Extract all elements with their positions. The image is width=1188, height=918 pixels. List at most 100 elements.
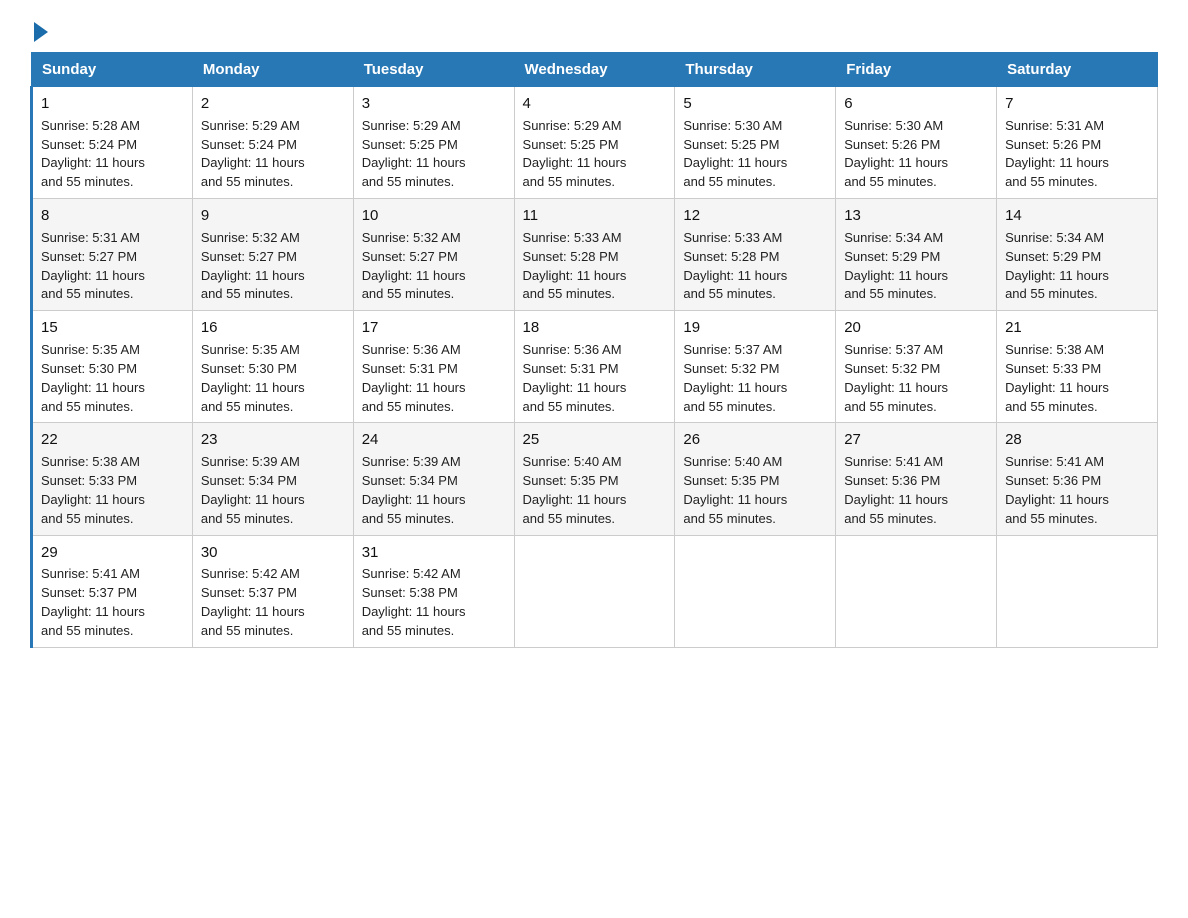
day-number: 12 (683, 205, 827, 227)
calendar-cell: 21 Sunrise: 5:38 AMSunset: 5:33 PMDaylig… (997, 311, 1158, 423)
calendar-week-row: 29 Sunrise: 5:41 AMSunset: 5:37 PMDaylig… (32, 535, 1158, 647)
calendar-cell: 15 Sunrise: 5:35 AMSunset: 5:30 PMDaylig… (32, 311, 193, 423)
calendar-cell: 24 Sunrise: 5:39 AMSunset: 5:34 PMDaylig… (353, 423, 514, 535)
calendar-cell (514, 535, 675, 647)
day-detail: Sunrise: 5:42 AMSunset: 5:38 PMDaylight:… (362, 565, 506, 640)
calendar-cell: 1 Sunrise: 5:28 AMSunset: 5:24 PMDayligh… (32, 87, 193, 199)
day-detail: Sunrise: 5:37 AMSunset: 5:32 PMDaylight:… (683, 341, 827, 416)
day-number: 5 (683, 93, 827, 115)
calendar-week-row: 15 Sunrise: 5:35 AMSunset: 5:30 PMDaylig… (32, 311, 1158, 423)
day-detail: Sunrise: 5:34 AMSunset: 5:29 PMDaylight:… (844, 229, 988, 304)
calendar-cell (675, 535, 836, 647)
day-detail: Sunrise: 5:30 AMSunset: 5:26 PMDaylight:… (844, 117, 988, 192)
day-number: 25 (523, 429, 667, 451)
day-number: 30 (201, 542, 345, 564)
day-detail: Sunrise: 5:38 AMSunset: 5:33 PMDaylight:… (41, 453, 184, 528)
day-number: 10 (362, 205, 506, 227)
day-detail: Sunrise: 5:41 AMSunset: 5:37 PMDaylight:… (41, 565, 184, 640)
logo (30, 20, 48, 36)
calendar-cell: 5 Sunrise: 5:30 AMSunset: 5:25 PMDayligh… (675, 87, 836, 199)
day-detail: Sunrise: 5:33 AMSunset: 5:28 PMDaylight:… (683, 229, 827, 304)
calendar-cell: 20 Sunrise: 5:37 AMSunset: 5:32 PMDaylig… (836, 311, 997, 423)
day-number: 7 (1005, 93, 1149, 115)
weekday-header-row: SundayMondayTuesdayWednesdayThursdayFrid… (32, 53, 1158, 87)
day-number: 21 (1005, 317, 1149, 339)
calendar-week-row: 8 Sunrise: 5:31 AMSunset: 5:27 PMDayligh… (32, 199, 1158, 311)
day-detail: Sunrise: 5:40 AMSunset: 5:35 PMDaylight:… (523, 453, 667, 528)
day-detail: Sunrise: 5:29 AMSunset: 5:25 PMDaylight:… (362, 117, 506, 192)
day-number: 6 (844, 93, 988, 115)
day-number: 14 (1005, 205, 1149, 227)
day-detail: Sunrise: 5:36 AMSunset: 5:31 PMDaylight:… (523, 341, 667, 416)
calendar-cell: 18 Sunrise: 5:36 AMSunset: 5:31 PMDaylig… (514, 311, 675, 423)
day-number: 18 (523, 317, 667, 339)
calendar-cell: 19 Sunrise: 5:37 AMSunset: 5:32 PMDaylig… (675, 311, 836, 423)
day-number: 15 (41, 317, 184, 339)
day-number: 26 (683, 429, 827, 451)
day-number: 3 (362, 93, 506, 115)
calendar-cell (836, 535, 997, 647)
day-number: 24 (362, 429, 506, 451)
calendar-cell: 2 Sunrise: 5:29 AMSunset: 5:24 PMDayligh… (192, 87, 353, 199)
day-detail: Sunrise: 5:39 AMSunset: 5:34 PMDaylight:… (362, 453, 506, 528)
calendar-cell: 10 Sunrise: 5:32 AMSunset: 5:27 PMDaylig… (353, 199, 514, 311)
day-number: 27 (844, 429, 988, 451)
day-number: 31 (362, 542, 506, 564)
day-detail: Sunrise: 5:38 AMSunset: 5:33 PMDaylight:… (1005, 341, 1149, 416)
day-detail: Sunrise: 5:34 AMSunset: 5:29 PMDaylight:… (1005, 229, 1149, 304)
weekday-header-monday: Monday (192, 53, 353, 87)
calendar-cell: 29 Sunrise: 5:41 AMSunset: 5:37 PMDaylig… (32, 535, 193, 647)
weekday-header-saturday: Saturday (997, 53, 1158, 87)
day-detail: Sunrise: 5:33 AMSunset: 5:28 PMDaylight:… (523, 229, 667, 304)
calendar-table: SundayMondayTuesdayWednesdayThursdayFrid… (30, 52, 1158, 648)
weekday-header-thursday: Thursday (675, 53, 836, 87)
page-header (30, 20, 1158, 36)
day-number: 13 (844, 205, 988, 227)
calendar-cell: 13 Sunrise: 5:34 AMSunset: 5:29 PMDaylig… (836, 199, 997, 311)
calendar-cell (997, 535, 1158, 647)
day-number: 8 (41, 205, 184, 227)
day-detail: Sunrise: 5:36 AMSunset: 5:31 PMDaylight:… (362, 341, 506, 416)
day-detail: Sunrise: 5:39 AMSunset: 5:34 PMDaylight:… (201, 453, 345, 528)
day-detail: Sunrise: 5:29 AMSunset: 5:24 PMDaylight:… (201, 117, 345, 192)
day-detail: Sunrise: 5:29 AMSunset: 5:25 PMDaylight:… (523, 117, 667, 192)
day-detail: Sunrise: 5:35 AMSunset: 5:30 PMDaylight:… (41, 341, 184, 416)
day-number: 2 (201, 93, 345, 115)
calendar-cell: 28 Sunrise: 5:41 AMSunset: 5:36 PMDaylig… (997, 423, 1158, 535)
weekday-header-wednesday: Wednesday (514, 53, 675, 87)
day-number: 17 (362, 317, 506, 339)
calendar-cell: 7 Sunrise: 5:31 AMSunset: 5:26 PMDayligh… (997, 87, 1158, 199)
calendar-cell: 6 Sunrise: 5:30 AMSunset: 5:26 PMDayligh… (836, 87, 997, 199)
calendar-cell: 27 Sunrise: 5:41 AMSunset: 5:36 PMDaylig… (836, 423, 997, 535)
calendar-cell: 31 Sunrise: 5:42 AMSunset: 5:38 PMDaylig… (353, 535, 514, 647)
day-detail: Sunrise: 5:32 AMSunset: 5:27 PMDaylight:… (201, 229, 345, 304)
day-number: 9 (201, 205, 345, 227)
day-detail: Sunrise: 5:32 AMSunset: 5:27 PMDaylight:… (362, 229, 506, 304)
day-detail: Sunrise: 5:41 AMSunset: 5:36 PMDaylight:… (844, 453, 988, 528)
weekday-header-tuesday: Tuesday (353, 53, 514, 87)
calendar-week-row: 22 Sunrise: 5:38 AMSunset: 5:33 PMDaylig… (32, 423, 1158, 535)
day-detail: Sunrise: 5:31 AMSunset: 5:26 PMDaylight:… (1005, 117, 1149, 192)
day-number: 28 (1005, 429, 1149, 451)
calendar-cell: 22 Sunrise: 5:38 AMSunset: 5:33 PMDaylig… (32, 423, 193, 535)
day-number: 19 (683, 317, 827, 339)
calendar-cell: 4 Sunrise: 5:29 AMSunset: 5:25 PMDayligh… (514, 87, 675, 199)
day-number: 4 (523, 93, 667, 115)
weekday-header-sunday: Sunday (32, 53, 193, 87)
calendar-cell: 12 Sunrise: 5:33 AMSunset: 5:28 PMDaylig… (675, 199, 836, 311)
day-number: 29 (41, 542, 184, 564)
logo-arrow-icon (34, 22, 48, 42)
day-number: 22 (41, 429, 184, 451)
calendar-cell: 30 Sunrise: 5:42 AMSunset: 5:37 PMDaylig… (192, 535, 353, 647)
calendar-cell: 11 Sunrise: 5:33 AMSunset: 5:28 PMDaylig… (514, 199, 675, 311)
day-detail: Sunrise: 5:31 AMSunset: 5:27 PMDaylight:… (41, 229, 184, 304)
calendar-cell: 14 Sunrise: 5:34 AMSunset: 5:29 PMDaylig… (997, 199, 1158, 311)
day-detail: Sunrise: 5:37 AMSunset: 5:32 PMDaylight:… (844, 341, 988, 416)
calendar-cell: 25 Sunrise: 5:40 AMSunset: 5:35 PMDaylig… (514, 423, 675, 535)
day-number: 1 (41, 93, 184, 115)
calendar-week-row: 1 Sunrise: 5:28 AMSunset: 5:24 PMDayligh… (32, 87, 1158, 199)
calendar-cell: 23 Sunrise: 5:39 AMSunset: 5:34 PMDaylig… (192, 423, 353, 535)
calendar-cell: 8 Sunrise: 5:31 AMSunset: 5:27 PMDayligh… (32, 199, 193, 311)
day-detail: Sunrise: 5:40 AMSunset: 5:35 PMDaylight:… (683, 453, 827, 528)
calendar-cell: 17 Sunrise: 5:36 AMSunset: 5:31 PMDaylig… (353, 311, 514, 423)
